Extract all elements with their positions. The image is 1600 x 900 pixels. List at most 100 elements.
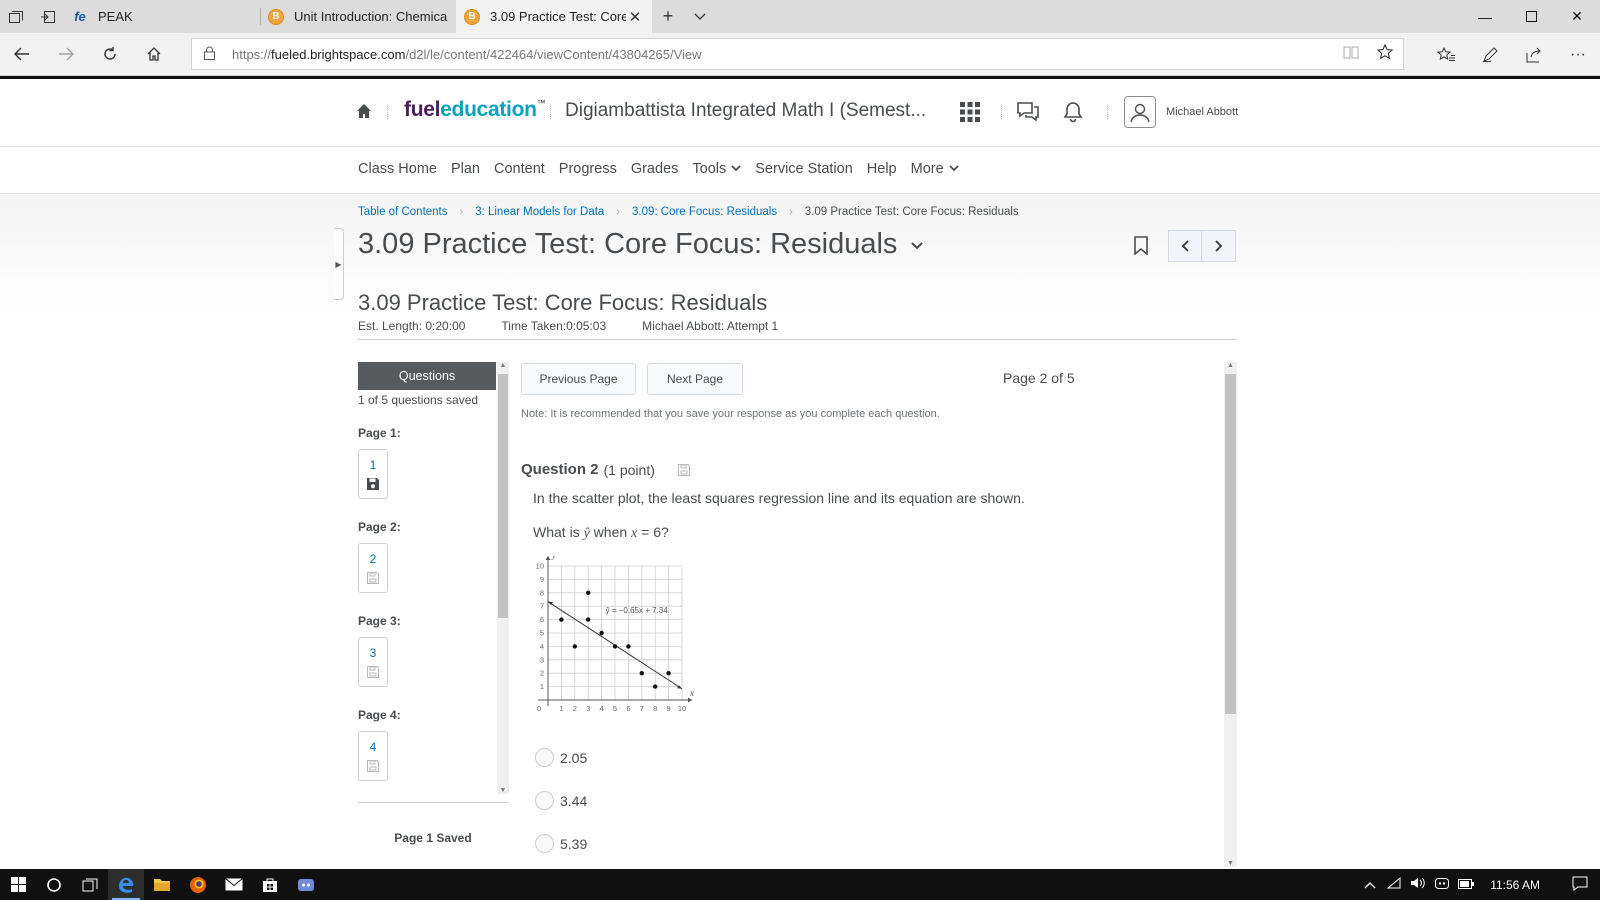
share-icon[interactable] — [1512, 33, 1556, 76]
wifi-icon[interactable] — [1382, 876, 1406, 892]
battery-icon[interactable] — [1454, 878, 1478, 892]
tab-manager-icon[interactable] — [0, 0, 32, 33]
scroll-up-icon[interactable]: ▲ — [497, 362, 509, 369]
scrollbar-thumb[interactable] — [1225, 374, 1236, 714]
previous-topic-icon[interactable] — [1168, 230, 1202, 262]
minimize-icon[interactable]: — — [1462, 0, 1508, 33]
page-indicator: Page 2 of 5 — [1003, 370, 1075, 386]
tab-practice-test[interactable]: B 3.09 Practice Test: Core ✕ — [456, 0, 652, 33]
save-question-icon[interactable] — [677, 463, 691, 477]
choice-option[interactable]: 5.39 — [535, 834, 587, 853]
discord-icon[interactable] — [288, 869, 324, 900]
file-explorer-icon[interactable] — [144, 869, 180, 900]
notification-bell-icon[interactable] — [1060, 99, 1086, 125]
question-2-link[interactable]: 2 — [358, 543, 388, 593]
bookmark-icon[interactable] — [1134, 236, 1150, 256]
x-tick-label: 1 — [559, 704, 563, 713]
nav-tools[interactable]: Tools — [692, 161, 741, 177]
y-tick-label: 2 — [540, 669, 544, 678]
scroll-down-icon[interactable]: ▼ — [497, 787, 509, 794]
tab-aside-icon[interactable] — [32, 0, 64, 33]
breadcrumb-table-of-contents[interactable]: Table of Contents — [358, 206, 448, 218]
windows-start-icon[interactable] — [0, 869, 36, 900]
next-page-button[interactable]: Next Page — [647, 363, 743, 395]
back-icon[interactable] — [0, 33, 44, 76]
discord-tray-icon[interactable] — [1430, 877, 1454, 892]
nav-content[interactable]: Content — [494, 161, 545, 177]
home-browser-icon[interactable] — [132, 33, 176, 76]
course-navbar: Class Home Plan Content Progress Grades … — [0, 148, 1600, 194]
new-tab-icon[interactable]: + — [652, 0, 684, 33]
message-alerts-icon[interactable] — [1015, 99, 1041, 125]
radio-button[interactable] — [535, 748, 554, 767]
chevron-down-icon[interactable] — [684, 0, 716, 33]
forward-icon[interactable] — [44, 33, 88, 76]
y-axis-label: y — [551, 556, 556, 560]
choice-label: 3.44 — [560, 792, 588, 809]
x-tick-label: 0 — [537, 704, 541, 713]
home-icon[interactable] — [356, 103, 372, 119]
favorite-star-icon[interactable] — [1376, 43, 1394, 64]
pen-notes-icon[interactable] — [1468, 33, 1512, 76]
breadcrumb-linear-models[interactable]: 3: Linear Models for Data — [475, 206, 604, 218]
tab-peak[interactable]: fe PEAK — [64, 0, 260, 33]
fueleducation-logo[interactable]: fueleducation™ — [404, 98, 546, 122]
taskbar-clock[interactable]: 11:56 AM — [1490, 878, 1540, 892]
x-tick-label: 10 — [678, 704, 686, 713]
nav-help[interactable]: Help — [867, 161, 897, 177]
course-title[interactable]: Digiambattista Integrated Math I (Semest… — [565, 100, 926, 122]
task-view-icon[interactable] — [72, 869, 108, 900]
tab-unit-introduction[interactable]: B Unit Introduction: Chemical — [260, 0, 456, 33]
close-tab-icon[interactable]: ✕ — [626, 8, 644, 26]
data-point — [572, 644, 577, 649]
question-3-link[interactable]: 3 — [358, 637, 388, 687]
close-window-icon[interactable]: ✕ — [1554, 0, 1600, 33]
next-topic-icon[interactable] — [1202, 230, 1236, 262]
waffle-grid-icon[interactable] — [957, 99, 983, 125]
nav-label: More — [910, 161, 944, 177]
cortana-search-icon[interactable] — [36, 869, 72, 900]
radio-button[interactable] — [535, 791, 554, 810]
nav-progress[interactable]: Progress — [559, 161, 617, 177]
main-scrollbar[interactable]: ▲ ▼ — [1224, 362, 1237, 867]
data-point — [599, 630, 604, 636]
maximize-icon[interactable] — [1508, 0, 1554, 33]
volume-icon[interactable] — [1406, 877, 1430, 892]
scroll-up-icon[interactable]: ▲ — [1224, 362, 1237, 369]
question-4-link[interactable]: 4 — [358, 731, 388, 781]
edge-browser-icon[interactable] — [108, 869, 144, 900]
url-field[interactable]: https:// fueled.brightspace.com /d2l/le/… — [191, 38, 1404, 70]
content-area — [0, 195, 1600, 869]
questions-panel-scrollbar[interactable]: ▲ ▼ — [497, 362, 509, 794]
reading-view-icon[interactable] — [1343, 45, 1359, 63]
favorites-hub-icon[interactable] — [1424, 33, 1468, 76]
user-name[interactable]: Michael Abbott — [1166, 106, 1238, 118]
previous-page-button[interactable]: Previous Page — [521, 363, 636, 395]
user-avatar-icon[interactable] — [1124, 96, 1156, 128]
logo-part-fuel: fuel — [404, 98, 441, 121]
choice-option[interactable]: 2.05 — [535, 748, 587, 767]
action-center-icon[interactable] — [1560, 876, 1600, 894]
breadcrumb-core-focus[interactable]: 3.09: Core Focus: Residuals — [632, 206, 777, 218]
choice-option[interactable]: 3.44 — [535, 791, 587, 810]
nav-more[interactable]: More — [911, 161, 959, 177]
chevron-up-icon[interactable] — [1358, 878, 1382, 892]
question-1-link[interactable]: 1 — [358, 449, 388, 499]
store-icon[interactable] — [252, 869, 288, 900]
fe-icon: fe — [74, 9, 86, 24]
sidebar-toggle-icon[interactable]: ▶ — [334, 228, 344, 300]
nav-grades[interactable]: Grades — [631, 161, 679, 177]
url-prefix: https:// — [232, 46, 272, 62]
refresh-icon[interactable] — [88, 33, 132, 76]
mail-icon[interactable] — [216, 869, 252, 900]
nav-class-home[interactable]: Class Home — [358, 161, 437, 177]
scroll-down-icon[interactable]: ▼ — [1224, 860, 1237, 867]
nav-plan[interactable]: Plan — [451, 161, 480, 177]
title-dropdown-icon[interactable] — [911, 237, 924, 253]
radio-button[interactable] — [535, 834, 554, 853]
firefox-icon[interactable] — [180, 869, 216, 900]
scrollbar-thumb[interactable] — [498, 374, 508, 618]
nav-service-station[interactable]: Service Station — [755, 161, 853, 177]
more-menu-icon[interactable]: ··· — [1556, 33, 1600, 76]
y-tick-label: 1 — [540, 682, 544, 691]
